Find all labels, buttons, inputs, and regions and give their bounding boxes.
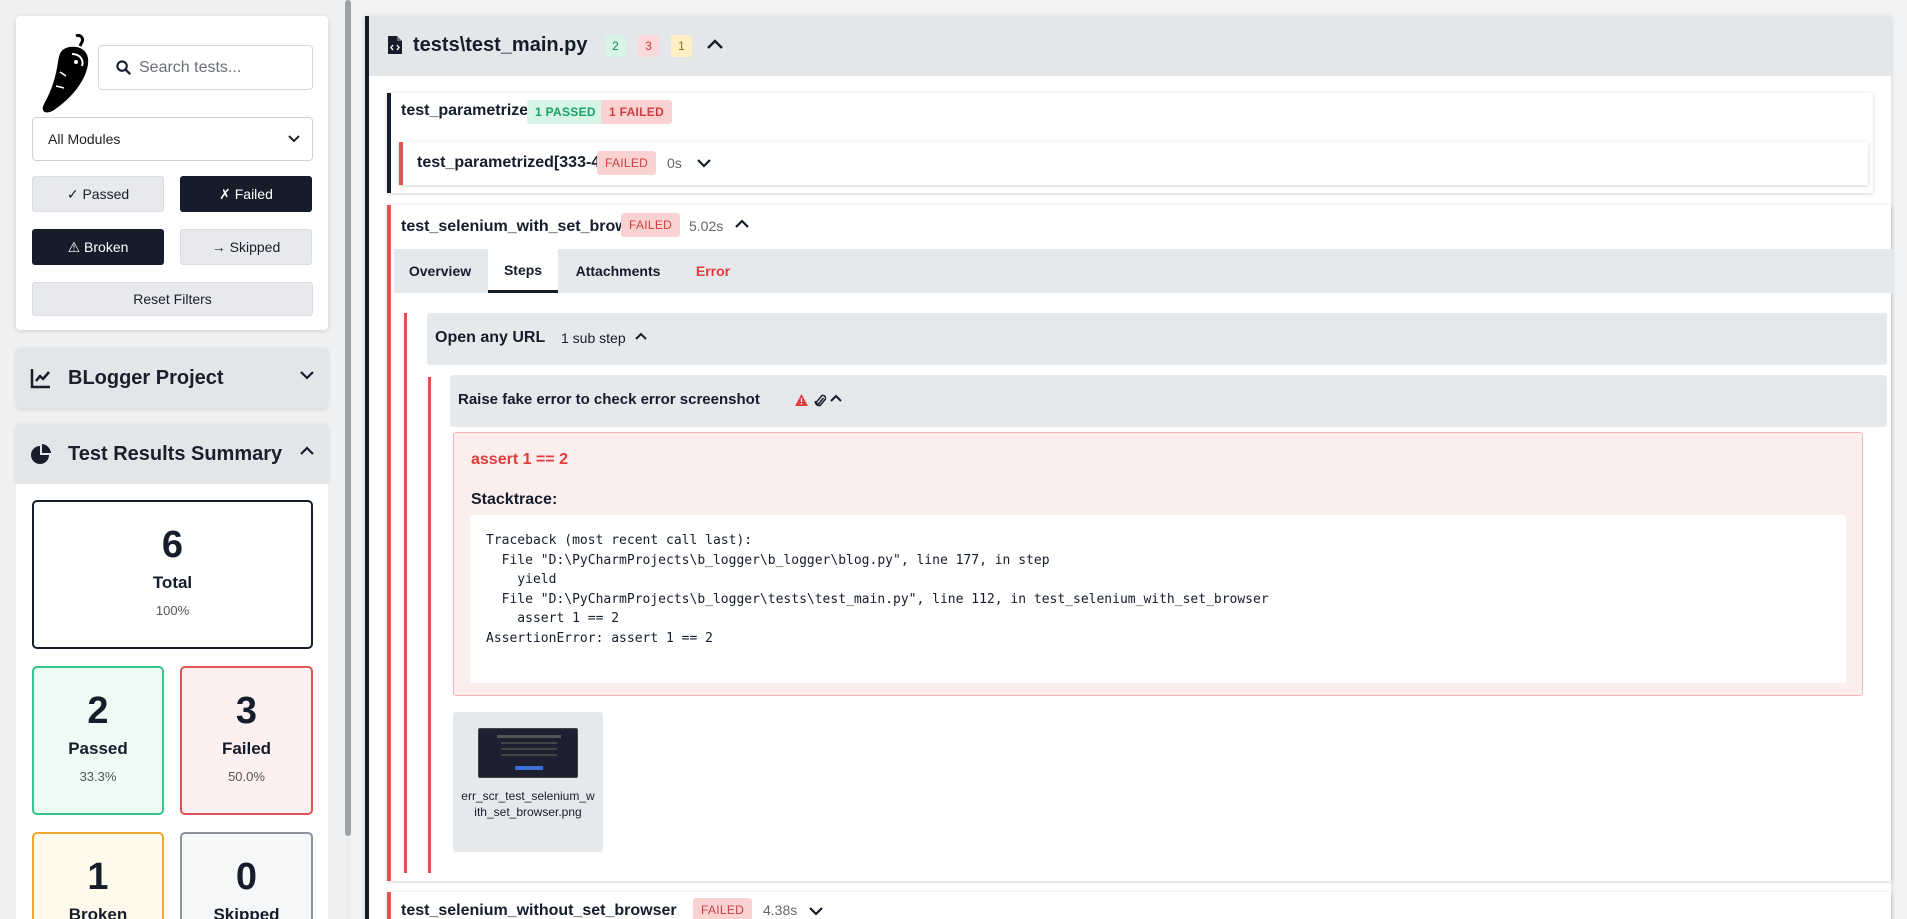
total-label: Total	[152, 573, 193, 592]
status-badge: FAILED	[621, 213, 681, 237]
thumbnail-line	[501, 754, 557, 756]
passed-card[interactable]: 2 Passed 33.3%	[32, 666, 164, 815]
chevron-up-icon	[300, 446, 314, 455]
test-tabs: Overview Steps Attachments Error	[394, 249, 1894, 293]
passed-label: Passed	[68, 739, 128, 758]
failed-count: 3	[235, 690, 258, 732]
summary-panel: 6 Total 100% 2 Passed 33.3% 3 Failed 50.…	[16, 484, 328, 919]
search-input[interactable]	[139, 56, 304, 80]
failed-percent: 50.0%	[228, 769, 265, 784]
sidebar: All Modules ✓ Passed ✗ Failed ⚠ Broken →…	[0, 0, 348, 919]
filter-failed-button[interactable]: ✗ Failed	[180, 176, 312, 212]
thumbnail-button	[515, 766, 543, 770]
file-title: tests\test_main.py	[413, 34, 588, 56]
file-broken-count: 1	[671, 35, 692, 57]
broken-label: Broken	[68, 905, 128, 919]
screenshot-thumbnail[interactable]	[478, 728, 578, 778]
thumbnail-line	[497, 735, 561, 738]
attachment-filename: err_scr_test_selenium_with_set_browser.p…	[461, 789, 595, 819]
test-file-panel: tests\test_main.py 2 3 1 test_parametriz…	[365, 16, 1894, 919]
parametrized-group: test_parametrized 1 PASSED 1 FAILED test…	[387, 93, 1873, 193]
chevron-down-icon[interactable]	[809, 906, 823, 916]
warning-icon	[795, 394, 808, 406]
test-name[interactable]: test_parametrized	[401, 102, 538, 120]
filter-broken-button[interactable]: ⚠ Broken	[32, 229, 164, 265]
sidebar-scrollbar-thumb[interactable]	[345, 0, 351, 836]
chart-line-icon	[30, 369, 50, 389]
passed-count: 2	[87, 690, 109, 732]
sub-step-count: 1 sub step	[561, 330, 626, 346]
test-name[interactable]: test_selenium_with_set_browser	[401, 218, 652, 236]
test-row[interactable]: test_selenium_without_set_browser FAILED…	[387, 892, 1891, 919]
chevron-down-icon	[300, 371, 314, 380]
search-icon	[116, 60, 131, 75]
tab-attachments[interactable]: Attachments	[560, 249, 676, 293]
file-passed-count: 2	[605, 35, 626, 57]
passed-percent: 33.3%	[79, 769, 117, 784]
param-case-row[interactable]: test_parametrized[333-444] FAILED 0s	[399, 142, 1868, 185]
substep-tree-line	[428, 377, 431, 873]
module-select[interactable]: All Modules	[32, 117, 313, 161]
tab-steps[interactable]: Steps	[488, 249, 558, 293]
summary-title: Test Results Summary	[68, 443, 283, 465]
file-header[interactable]: tests\test_main.py 2 3 1	[369, 16, 1891, 76]
tab-error[interactable]: Error	[678, 249, 748, 293]
broken-card[interactable]: 1 Broken	[32, 832, 164, 919]
step-tree-line	[404, 313, 407, 873]
project-section-header[interactable]: BLogger Project	[16, 348, 328, 408]
status-badge: FAILED	[693, 898, 753, 919]
total-card[interactable]: 6 Total 100%	[32, 500, 313, 649]
total-count: 6	[161, 524, 184, 566]
attachment-card[interactable]: err_scr_test_selenium_with_set_browser.p…	[453, 712, 603, 852]
chevron-down-icon	[288, 135, 300, 143]
passed-badge: 1 PASSED	[527, 100, 604, 124]
total-percent: 100%	[155, 603, 190, 618]
chevron-down-icon[interactable]	[697, 158, 711, 168]
duration: 5.02s	[689, 218, 724, 234]
chili-pepper-logo-icon	[42, 34, 89, 113]
thumbnail-line	[501, 748, 557, 750]
stacktrace: Traceback (most recent call last): File …	[470, 515, 1846, 683]
summary-section-header[interactable]: Test Results Summary	[16, 424, 328, 484]
project-title: BLogger Project	[68, 367, 224, 389]
chevron-up-icon[interactable]	[635, 332, 647, 341]
filter-panel: All Modules ✓ Passed ✗ Failed ⚠ Broken →…	[16, 16, 328, 330]
skipped-count: 0	[235, 856, 258, 898]
pie-chart-icon	[31, 444, 51, 464]
failed-card[interactable]: 3 Failed 50.0%	[180, 666, 313, 815]
skipped-card[interactable]: 0 Skipped	[180, 832, 313, 919]
duration: 0s	[667, 155, 682, 171]
error-box: assert 1 == 2 Stacktrace: Traceback (mos…	[453, 432, 1863, 696]
module-select-value: All Modules	[48, 131, 121, 147]
file-failed-count: 3	[638, 35, 659, 57]
failed-badge: 1 FAILED	[601, 100, 673, 124]
stacktrace-label: Stacktrace:	[471, 491, 558, 508]
test-name: test_parametrized[333-444]	[417, 154, 624, 171]
code-file-icon	[388, 36, 402, 54]
test-name: test_selenium_without_set_browser	[401, 902, 677, 919]
tab-overview[interactable]: Overview	[394, 249, 486, 293]
filter-passed-button[interactable]: ✓ Passed	[32, 176, 164, 212]
step-row[interactable]: Open any URL 1 sub step	[427, 313, 1887, 365]
substep-row[interactable]: Raise fake error to check error screensh…	[450, 375, 1887, 427]
failed-label: Failed	[221, 739, 272, 758]
chevron-up-icon[interactable]	[830, 394, 842, 403]
broken-count: 1	[87, 856, 109, 898]
chevron-up-icon[interactable]	[735, 219, 749, 229]
filter-skipped-button[interactable]: → Skipped	[180, 229, 312, 265]
skipped-label: Skipped	[213, 905, 280, 919]
search-box[interactable]	[98, 45, 313, 90]
step-title: Open any URL	[435, 329, 546, 346]
paperclip-icon	[814, 394, 826, 407]
chevron-up-icon[interactable]	[706, 38, 724, 50]
error-message: assert 1 == 2	[471, 451, 568, 468]
substep-title: Raise fake error to check error screensh…	[458, 391, 760, 408]
status-badge: FAILED	[597, 151, 657, 175]
duration: 4.38s	[763, 902, 798, 918]
thumbnail-line	[501, 742, 557, 744]
reset-filters-button[interactable]: Reset Filters	[32, 282, 313, 316]
